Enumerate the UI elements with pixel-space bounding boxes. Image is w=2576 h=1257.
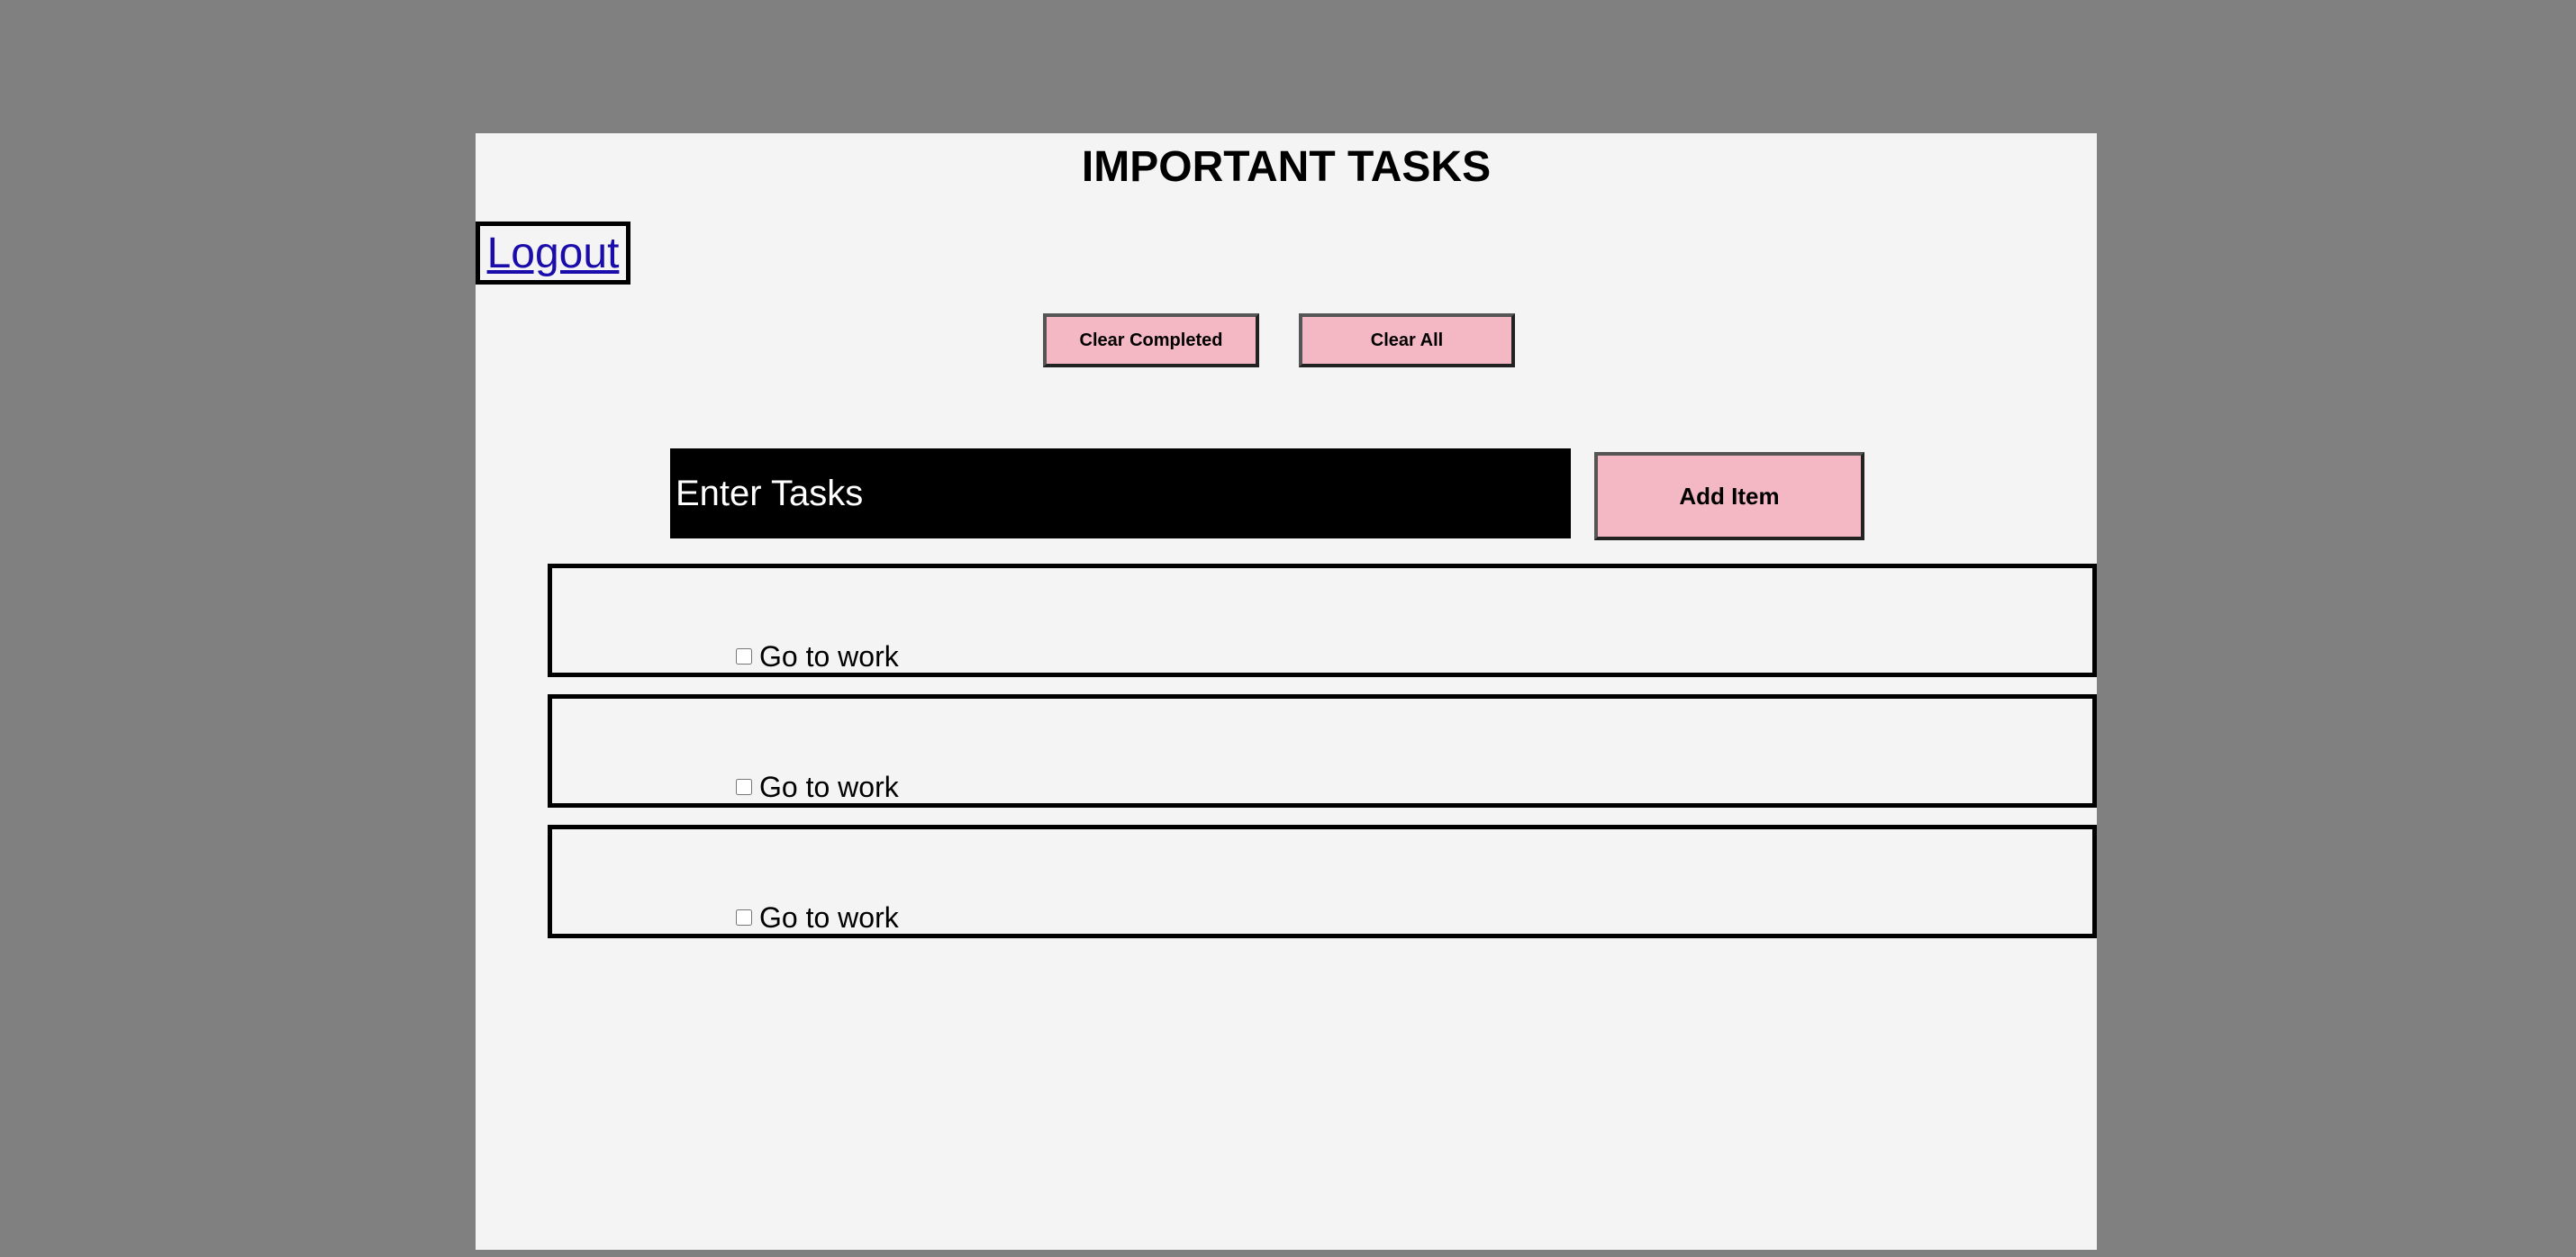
task-row: Go to work bbox=[736, 640, 899, 673]
task-item: Go to work bbox=[548, 564, 2097, 677]
clear-all-button[interactable]: Clear All bbox=[1299, 313, 1515, 367]
task-text: Go to work bbox=[759, 639, 899, 673]
task-item: Go to work bbox=[548, 825, 2097, 938]
task-checkbox[interactable] bbox=[736, 779, 752, 795]
add-item-button[interactable]: Add Item bbox=[1594, 452, 1864, 540]
logout-link[interactable]: Logout bbox=[487, 229, 620, 278]
task-input[interactable] bbox=[670, 448, 1571, 538]
task-list: Go to work Go to work Go to work bbox=[548, 564, 2097, 955]
clear-completed-button[interactable]: Clear Completed bbox=[1043, 313, 1259, 367]
logout-box: Logout bbox=[476, 222, 630, 285]
todo-page: IMPORTANT TASKS Logout Clear Completed C… bbox=[476, 133, 2097, 1250]
task-checkbox[interactable] bbox=[736, 909, 752, 926]
task-text: Go to work bbox=[759, 900, 899, 934]
task-row: Go to work bbox=[736, 901, 899, 934]
task-row: Go to work bbox=[736, 771, 899, 803]
page-title: IMPORTANT TASKS bbox=[1081, 143, 1492, 191]
task-text: Go to work bbox=[759, 770, 899, 803]
task-item: Go to work bbox=[548, 694, 2097, 808]
task-checkbox[interactable] bbox=[736, 648, 752, 665]
